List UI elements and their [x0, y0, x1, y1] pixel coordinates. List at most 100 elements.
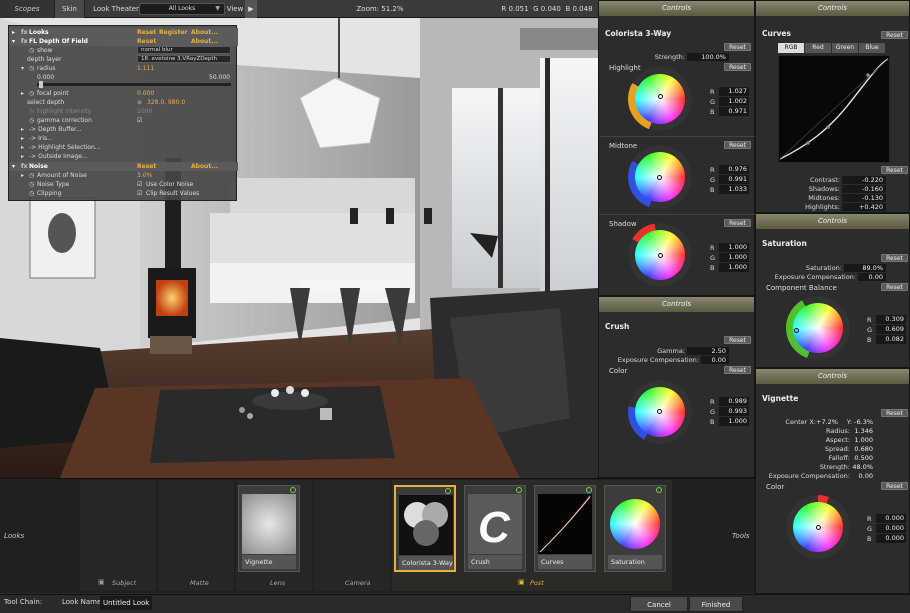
contrast-value[interactable]: -0.220 — [842, 176, 886, 184]
midtone-wheel-handle[interactable] — [657, 175, 662, 180]
image-viewer[interactable]: ▸ fx Looks Reset Register About... ▾ fx … — [0, 18, 598, 478]
vignette-r-value[interactable]: 0.000 — [876, 514, 906, 523]
looks-reset-link[interactable]: Reset — [137, 28, 156, 37]
spread-value[interactable]: 0.680 — [852, 445, 876, 453]
amount-noise-value[interactable]: 3.0% — [137, 171, 152, 180]
curves-graph[interactable] — [778, 55, 890, 163]
tab-skin[interactable]: Skin — [55, 0, 85, 18]
highlights-value[interactable]: +0.420 — [842, 203, 886, 211]
look-name-input[interactable]: Untitled Look — [100, 596, 152, 610]
show-dropdown[interactable]: normal blur — [137, 46, 231, 54]
slot-subject[interactable] — [80, 480, 156, 591]
slot-camera[interactable] — [314, 480, 390, 591]
vignette-color-wheel[interactable] — [786, 495, 850, 559]
power-icon[interactable] — [445, 488, 451, 494]
power-icon[interactable] — [586, 487, 592, 493]
highlight-color-wheel[interactable] — [628, 67, 692, 131]
power-icon[interactable] — [290, 487, 296, 493]
saturation-value[interactable]: 89.0% — [844, 264, 886, 272]
expand-icon[interactable]: ▸ — [21, 125, 24, 134]
stopwatch-icon[interactable]: ◷ — [29, 116, 34, 125]
crush-color-wheel[interactable] — [628, 380, 692, 444]
gamma-value[interactable]: 2.50 — [687, 347, 729, 355]
balance-r-value[interactable]: 0.309 — [876, 315, 906, 324]
midtone-reset-button[interactable]: Reset — [724, 141, 751, 149]
stopwatch-icon[interactable]: ◷ — [29, 64, 34, 73]
colorista-reset-button[interactable]: Reset — [724, 43, 751, 51]
midtone-g-value[interactable]: 0.991 — [719, 175, 749, 184]
collapse-icon[interactable]: ▾ — [21, 64, 24, 73]
radius-slider[interactable] — [37, 81, 231, 88]
crush-g-value[interactable]: 0.993 — [719, 407, 749, 416]
tool-thumb-curves[interactable]: Curves — [534, 485, 596, 572]
outside-image-group[interactable]: -> Outside Image... — [29, 152, 88, 161]
highlight-g-value[interactable]: 1.002 — [719, 97, 749, 106]
tool-thumb-crush[interactable]: C Crush — [464, 485, 526, 572]
component-balance-reset-button[interactable]: Reset — [881, 283, 908, 291]
highlight-b-value[interactable]: 0.971 — [719, 107, 749, 116]
looks-register-link[interactable]: Register — [159, 28, 188, 37]
noise-about-link[interactable]: About... — [191, 162, 218, 171]
vignette-wheel-handle[interactable] — [816, 525, 821, 530]
looks-about-link[interactable]: About... — [191, 28, 218, 37]
power-icon[interactable] — [656, 487, 662, 493]
curves-values-reset-button[interactable]: Reset — [881, 166, 908, 174]
power-icon[interactable] — [516, 487, 522, 493]
looks-filter-select[interactable]: All Looks ▼ — [139, 3, 225, 15]
vignette-color-reset-button[interactable]: Reset — [881, 482, 908, 490]
shadow-b-value[interactable]: 1.000 — [719, 263, 749, 272]
finished-button[interactable]: Finished — [689, 596, 743, 612]
expand-icon[interactable]: ▸ — [21, 134, 24, 143]
vignette-b-value[interactable]: 0.000 — [876, 534, 906, 543]
tool-thumb-saturation[interactable]: Saturation — [604, 485, 666, 572]
midtone-r-value[interactable]: 0.976 — [719, 165, 749, 174]
slot-matte[interactable] — [158, 480, 234, 591]
tool-thumb-colorista[interactable]: Colorista 3-Way — [394, 485, 456, 572]
highlight-reset-button[interactable]: Reset — [724, 63, 751, 71]
tab-rgb[interactable]: RGB — [778, 43, 804, 53]
collapse-icon[interactable]: ▾ — [12, 37, 15, 46]
noise-row[interactable]: ▾ fx Noise Reset About... — [9, 162, 238, 171]
noise-reset-link[interactable]: Reset — [137, 162, 156, 171]
curves-reset-button[interactable]: Reset — [881, 31, 908, 39]
expand-icon[interactable]: ▸ — [21, 143, 24, 152]
cancel-button[interactable]: Cancel — [630, 596, 688, 612]
depth-layer-dropdown[interactable]: 18. evetoine 3.VRayZDepth — [137, 55, 231, 63]
vignette-exposure-value[interactable]: 0.00 — [852, 472, 876, 480]
looks-row[interactable]: ▸ fx Looks Reset Register About... — [9, 28, 238, 37]
saturation-exposure-value[interactable]: 0.00 — [858, 273, 886, 281]
shadow-wheel-handle[interactable] — [658, 253, 663, 258]
vignette-reset-button[interactable]: Reset — [881, 409, 908, 417]
radius-value[interactable]: 1.111 — [137, 64, 154, 73]
tab-blue[interactable]: Blue — [859, 43, 885, 53]
stopwatch-icon[interactable]: ◷ — [29, 89, 34, 98]
shadow-reset-button[interactable]: Reset — [724, 219, 751, 227]
highlight-selection-group[interactable]: -> Highlight Selection... — [29, 143, 100, 152]
midtones-value[interactable]: -0.130 — [842, 194, 886, 202]
balance-g-value[interactable]: 0.609 — [876, 325, 906, 334]
center-x-value[interactable]: +7.2% — [816, 418, 838, 426]
tool-thumb-vignette[interactable]: Vignette — [238, 485, 300, 572]
midtone-color-wheel[interactable] — [628, 145, 692, 209]
component-balance-wheel[interactable] — [786, 296, 850, 360]
crush-reset-button[interactable]: Reset — [724, 336, 751, 344]
tab-scopes[interactable]: Scopes — [0, 0, 55, 18]
dof-row[interactable]: ▾ fx FL Depth Of Field Reset About... — [9, 37, 238, 46]
use-color-noise-checkbox[interactable]: ☑ — [137, 180, 142, 189]
view-play-icon[interactable]: ▶ — [245, 0, 257, 18]
expand-icon[interactable]: ▸ — [21, 89, 24, 98]
balance-b-value[interactable]: 0.082 — [876, 335, 906, 344]
expand-icon[interactable]: ▸ — [21, 152, 24, 161]
highlight-wheel-handle[interactable] — [658, 94, 663, 99]
clip-result-checkbox[interactable]: ☑ — [137, 189, 142, 198]
crush-r-value[interactable]: 0.989 — [719, 397, 749, 406]
stopwatch-icon[interactable]: ◷ — [29, 46, 34, 55]
tab-green[interactable]: Green — [832, 43, 858, 53]
crush-exposure-value[interactable]: 0.00 — [701, 356, 729, 364]
crush-wheel-handle[interactable] — [657, 409, 662, 414]
shadow-color-wheel[interactable] — [628, 223, 692, 287]
crosshair-icon[interactable]: ⊕ — [137, 98, 142, 107]
strength-value[interactable]: 100.0% — [687, 53, 729, 61]
expand-icon[interactable]: ▸ — [12, 28, 15, 37]
dof-reset-link[interactable]: Reset — [137, 37, 156, 46]
